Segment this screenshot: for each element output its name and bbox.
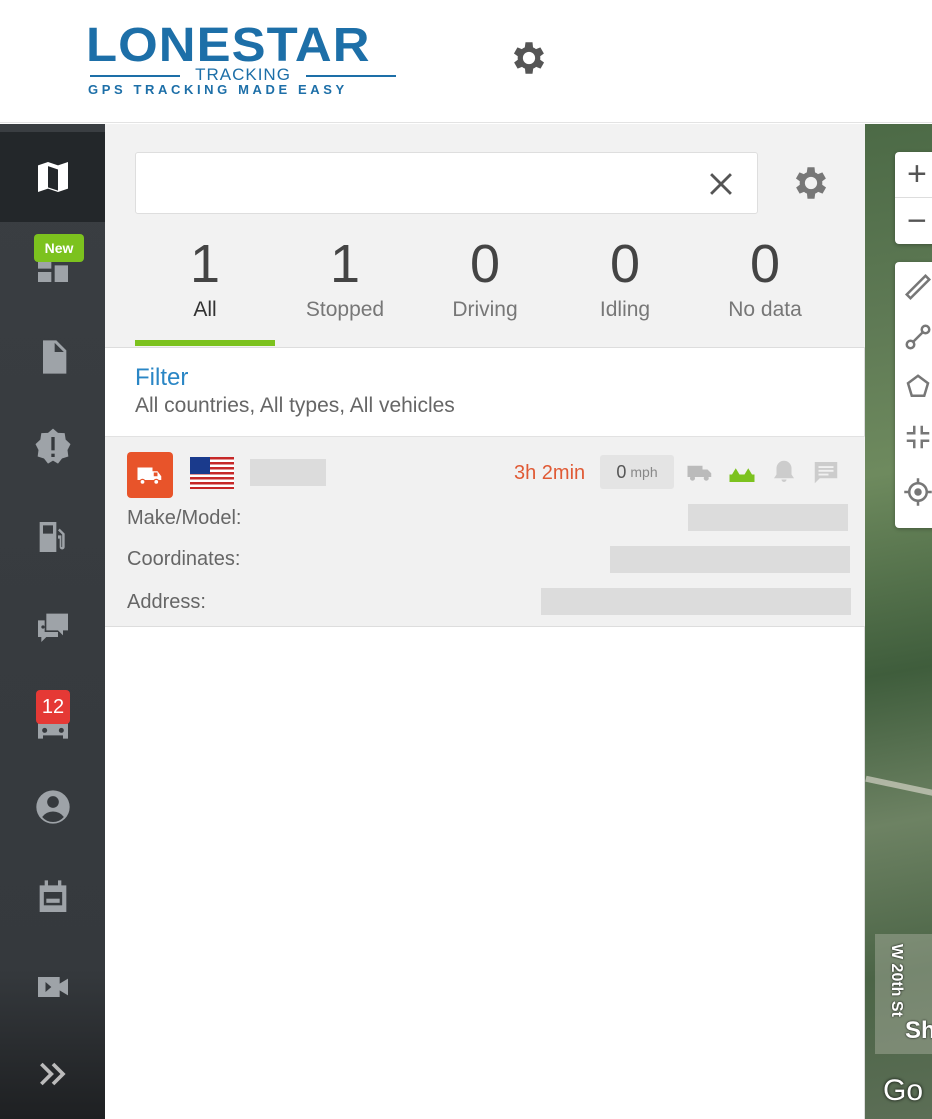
speed-unit: mph [630, 464, 658, 480]
tab-no-data[interactable]: 0 No data [695, 234, 835, 346]
locate-icon[interactable] [903, 477, 932, 507]
left-nav: New 12 [0, 124, 105, 1119]
tab-count: 1 [189, 234, 221, 294]
nav-video[interactable] [0, 942, 105, 1032]
zoom-out-button[interactable]: − [895, 198, 932, 244]
tab-count: 0 [609, 234, 641, 294]
truck-small-icon[interactable] [685, 457, 715, 487]
tab-count: 1 [329, 234, 361, 294]
coordinates-label: Coordinates: [127, 548, 241, 570]
calendar-icon [39, 880, 66, 912]
address-label: Address: [127, 591, 206, 613]
map-place-label: Sh [905, 1017, 932, 1044]
nav-messages[interactable] [0, 582, 105, 672]
logo-main-text: LONESTAR [86, 19, 371, 72]
make-model-redacted [688, 504, 848, 531]
nav-fuel[interactable] [0, 492, 105, 582]
truck-status-icon [127, 452, 173, 498]
map-tools [895, 262, 932, 528]
ruler-icon[interactable] [903, 272, 932, 302]
nav-users[interactable] [0, 762, 105, 852]
filter-description: All countries, All types, All vehicles [135, 394, 455, 417]
clear-search-icon[interactable] [704, 167, 738, 201]
filter-link[interactable]: Filter [135, 364, 455, 392]
document-icon [42, 340, 66, 374]
route-icon[interactable] [903, 322, 932, 352]
video-camera-icon [37, 977, 68, 997]
nav-alerts[interactable] [0, 402, 105, 492]
filter-section: Filter All countries, All types, All veh… [135, 364, 455, 418]
nav-schedule[interactable] [0, 852, 105, 942]
user-account-icon [35, 790, 70, 824]
app-header: LONESTAR TRACKING GPS TRACKING MADE EASY [0, 0, 932, 123]
tab-label: Driving [452, 298, 518, 321]
logo-tagline: GPS TRACKING MADE EASY [88, 82, 348, 97]
tab-label: All [193, 298, 217, 321]
tab-count: 0 [749, 234, 781, 294]
tab-idling[interactable]: 0 Idling [555, 234, 695, 346]
vehicles-count-badge: 12 [36, 690, 70, 724]
map-icon [37, 162, 68, 192]
search-box [135, 152, 758, 214]
tab-driving[interactable]: 0 Driving [415, 234, 555, 346]
fullscreen-exit-icon[interactable] [903, 422, 932, 452]
vehicle-row[interactable]: 3h 2min 0 mph Make/Model: Coordinates: A… [105, 437, 865, 627]
truck-icon [137, 467, 162, 485]
nav-map[interactable] [0, 132, 105, 222]
map-attribution: Go [883, 1074, 924, 1107]
list-settings-gear-icon[interactable] [790, 162, 832, 204]
map-road [865, 775, 932, 799]
nav-reports[interactable] [0, 312, 105, 402]
lonestar-logo[interactable]: LONESTAR TRACKING GPS TRACKING MADE EASY [86, 22, 402, 98]
vehicle-name-redacted [250, 459, 326, 486]
tab-label: Idling [599, 298, 651, 321]
zoom-control: + − [895, 152, 932, 244]
us-flag-icon [190, 457, 234, 489]
speed-value: 0 [616, 461, 627, 482]
fuel-pump-icon [39, 522, 65, 552]
settings-gear-icon[interactable] [508, 37, 550, 79]
vehicle-list-panel: 1 All 1 Stopped 0 Driving 0 Idling 0 No … [105, 124, 865, 1119]
new-badge: New [34, 234, 84, 262]
double-chevron-right-icon [39, 1062, 66, 1086]
chat-bubbles-icon [37, 613, 68, 642]
tab-label: No data [728, 298, 802, 321]
tab-all[interactable]: 1 All [135, 234, 275, 346]
street-label: W 20th St [888, 944, 905, 1017]
satellite-map[interactable]: + − W 20th St Sh Go [865, 124, 932, 1119]
tab-count: 0 [469, 234, 501, 294]
ignition-icon[interactable] [727, 457, 757, 487]
coordinates-redacted [610, 546, 850, 573]
status-duration: 3h 2min [514, 462, 586, 484]
zoom-in-button[interactable]: + [895, 152, 932, 198]
speed-badge: 0 mph [600, 455, 674, 489]
geofence-icon[interactable] [903, 372, 932, 402]
nav-expand[interactable] [0, 1029, 105, 1119]
search-input[interactable] [154, 167, 674, 199]
tab-stopped[interactable]: 1 Stopped [275, 234, 415, 346]
alert-badge-icon [35, 428, 70, 464]
message-icon[interactable] [811, 457, 841, 487]
bell-icon[interactable] [769, 457, 799, 487]
make-model-label: Make/Model: [127, 507, 242, 529]
tab-label: Stopped [305, 298, 385, 321]
address-redacted [541, 588, 851, 615]
